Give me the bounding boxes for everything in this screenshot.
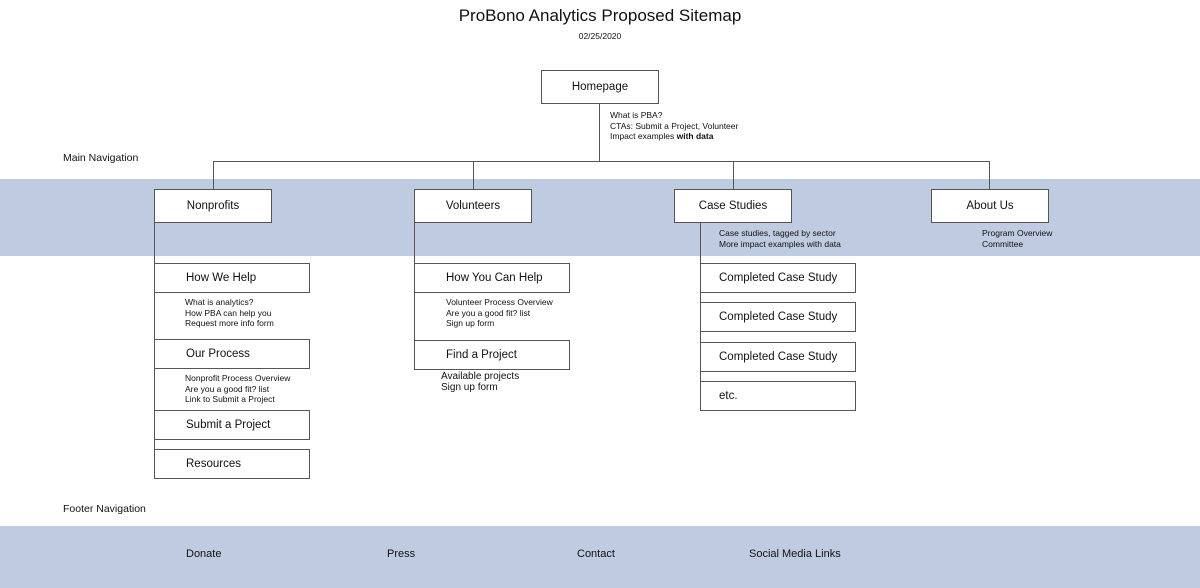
homepage-note-text: Impact examples	[610, 131, 677, 141]
footer-item-contact[interactable]: Contact	[577, 548, 615, 560]
node-submit-a-project-label: Submit a Project	[186, 419, 271, 431]
how-we-help-note: How PBA can help you	[185, 307, 272, 318]
how-you-can-help-note: Volunteer Process Overview	[446, 297, 553, 307]
connector-nonprofits	[213, 161, 214, 190]
node-completed-case-study[interactable]: Completed Case Study	[700, 263, 856, 293]
node-about-us[interactable]: About Us	[931, 189, 1049, 223]
connector-case-studies	[733, 161, 734, 190]
node-case-studies-label: Case Studies	[698, 200, 768, 212]
find-a-project-note: Available projects	[441, 371, 520, 382]
connector-main-horizontal	[213, 161, 990, 162]
homepage-note: CTAs: Submit a Project, Volunteer	[610, 120, 739, 131]
homepage-note-bold: with data	[676, 131, 714, 141]
node-find-a-project-label: Find a Project	[446, 349, 517, 361]
find-a-project-note: Sign up form	[441, 382, 498, 393]
find-a-project-notes: Available projects Sign up form	[441, 371, 519, 393]
connector-about-us	[989, 161, 990, 190]
footer-item-press[interactable]: Press	[387, 548, 415, 560]
case-studies-note: Case studies, tagged by sector	[719, 228, 836, 238]
our-process-note: Are you a good fit? list	[185, 383, 270, 394]
our-process-notes: Nonprofit Process Overview Are you a goo…	[185, 373, 290, 405]
node-etc[interactable]: etc.	[700, 381, 856, 411]
homepage-note: What is PBA?	[610, 110, 663, 120]
node-how-you-can-help[interactable]: How You Can Help	[414, 263, 570, 293]
about-us-note: Program Overview	[982, 228, 1053, 238]
node-resources[interactable]: Resources	[154, 449, 310, 479]
node-how-we-help[interactable]: How We Help	[154, 263, 310, 293]
node-completed-case-study-label: Completed Case Study	[719, 272, 838, 284]
node-completed-case-study[interactable]: Completed Case Study	[700, 302, 856, 332]
node-volunteers[interactable]: Volunteers	[414, 189, 532, 223]
node-how-you-can-help-label: How You Can Help	[446, 272, 543, 284]
node-our-process[interactable]: Our Process	[154, 339, 310, 369]
node-homepage-label: Homepage	[571, 81, 629, 93]
node-submit-a-project[interactable]: Submit a Project	[154, 410, 310, 440]
node-about-us-label: About Us	[966, 200, 1014, 212]
page-title: ProBono Analytics Proposed Sitemap	[458, 6, 742, 25]
node-etc-label: etc.	[719, 390, 738, 402]
main-navigation-label: Main Navigation	[63, 152, 139, 164]
connector-homepage-down	[599, 104, 600, 161]
node-nonprofits[interactable]: Nonprofits	[154, 189, 272, 223]
homepage-notes: What is PBA? CTAs: Submit a Project, Vol…	[610, 110, 738, 142]
how-you-can-help-note: Are you a good fit? list	[446, 307, 531, 318]
node-homepage[interactable]: Homepage	[541, 70, 659, 104]
how-you-can-help-notes: Volunteer Process Overview Are you a goo…	[446, 297, 553, 329]
connector-volunteers	[473, 161, 474, 190]
case-studies-note: More impact examples with data	[719, 238, 841, 249]
case-studies-notes: Case studies, tagged by sector More impa…	[719, 228, 841, 249]
how-you-can-help-note: Sign up form	[446, 318, 495, 328]
about-us-note: Committee	[982, 238, 1024, 249]
footer-item-social-media-links[interactable]: Social Media Links	[749, 548, 841, 560]
about-us-notes: Program Overview Committee	[982, 228, 1052, 249]
node-volunteers-label: Volunteers	[445, 200, 501, 212]
footer-navigation-label: Footer Navigation	[63, 503, 146, 515]
footer-item-donate[interactable]: Donate	[186, 548, 221, 560]
node-completed-case-study[interactable]: Completed Case Study	[700, 342, 856, 372]
node-case-studies[interactable]: Case Studies	[674, 189, 792, 223]
how-we-help-notes: What is analytics? How PBA can help you …	[185, 297, 274, 329]
node-completed-case-study-label: Completed Case Study	[719, 311, 838, 323]
node-our-process-label: Our Process	[186, 348, 250, 360]
page-date: 02/25/2020	[578, 31, 622, 41]
our-process-note: Link to Submit a Project	[185, 394, 275, 404]
node-completed-case-study-label: Completed Case Study	[719, 351, 838, 363]
how-we-help-note: Request more info form	[185, 318, 274, 328]
node-nonprofits-label: Nonprofits	[186, 200, 240, 212]
our-process-note: Nonprofit Process Overview	[185, 373, 291, 383]
how-we-help-note: What is analytics?	[185, 297, 254, 307]
node-find-a-project[interactable]: Find a Project	[414, 340, 570, 370]
node-how-we-help-label: How We Help	[186, 272, 257, 284]
homepage-note: Impact examples with data	[610, 131, 738, 142]
node-resources-label: Resources	[186, 458, 241, 470]
